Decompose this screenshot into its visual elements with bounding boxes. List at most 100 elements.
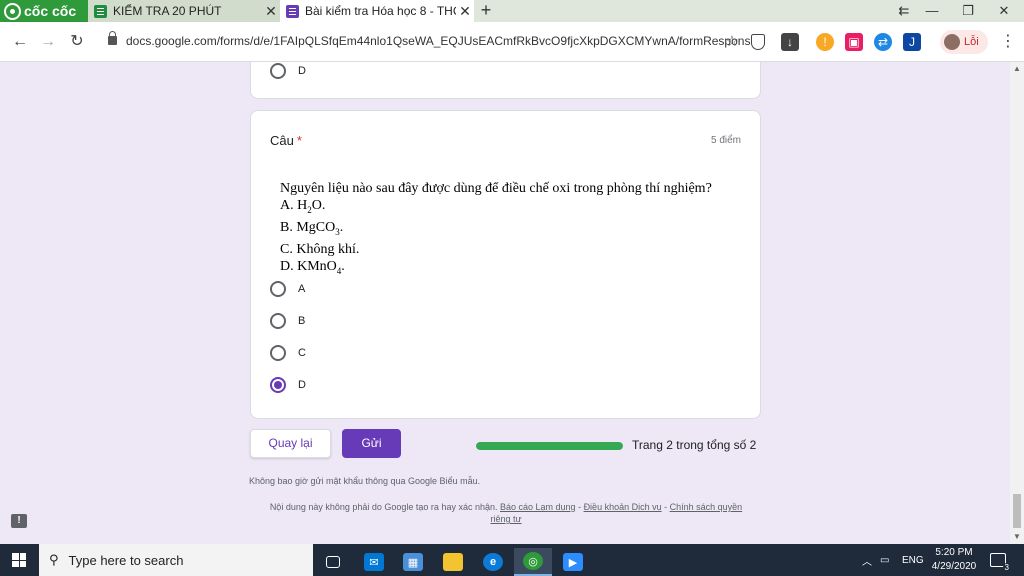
question-prompt: Nguyên liệu nào sau đây được dùng để điề…	[280, 181, 712, 196]
coccoc-taskbar-icon[interactable]: ◎	[514, 548, 552, 576]
option-b[interactable]: B	[270, 313, 305, 329]
question-card: Câu * 5 điểm Nguyên liệu nào sau đây được…	[250, 110, 761, 419]
option-label: D	[298, 65, 306, 77]
radio-button[interactable]	[270, 345, 286, 361]
tab-hoa-hoc-form[interactable]: Bài kiểm tra Hóa học 8 - THC ✕	[280, 0, 474, 22]
previous-option-d[interactable]: D	[270, 63, 306, 79]
notification-icon: 3	[990, 553, 1011, 572]
extension-translate-icon[interactable]: ⇄	[874, 33, 892, 51]
coccoc-menu-button[interactable]: cốc cốc	[0, 0, 88, 22]
extension-media-icon[interactable]: ▣	[845, 33, 863, 51]
radio-button[interactable]	[270, 313, 286, 329]
choice-d-text: D. KMnO4.	[280, 258, 345, 276]
windows-taskbar: ⚲ Type here to search ✉ ▦ e ◎ ▶ ︿ ▭ ENG …	[0, 544, 1024, 576]
radio-button-selected[interactable]	[270, 377, 286, 393]
windows-logo-icon	[12, 553, 26, 567]
close-window-button[interactable]: ✕	[986, 0, 1022, 22]
terms-link[interactable]: Điều khoản Dịch vụ	[584, 502, 662, 512]
password-notice: Không bao giờ gửi mật khẩu thông qua Goo…	[249, 476, 481, 486]
maximize-button[interactable]: ❐	[950, 0, 986, 22]
scrollbar-thumb[interactable]	[1013, 494, 1021, 528]
forms-favicon-icon	[286, 4, 299, 18]
option-label: C	[298, 347, 306, 359]
footer-separator: -	[575, 502, 584, 512]
report-abuse-link[interactable]: Báo cáo Lạm dụng	[500, 502, 576, 512]
coccoc-logo-icon	[4, 2, 21, 20]
lock-icon[interactable]	[108, 31, 117, 45]
choice-b-text: B. MgCO3.	[280, 219, 344, 237]
question-points: 5 điểm	[710, 135, 741, 146]
tab-title: KIỂM TRA 20 PHÚT	[113, 4, 222, 18]
profile-button[interactable]: Lỗi	[940, 30, 988, 54]
question-image-text: Nguyên liệu nào sau đây được dùng để điề…	[280, 180, 712, 279]
forward-arrow-icon[interactable]: →	[38, 32, 58, 52]
option-d[interactable]: D	[270, 377, 306, 393]
brand-label: cốc cốc	[24, 3, 77, 19]
search-placeholder: Type here to search	[68, 552, 184, 568]
back-arrow-icon[interactable]: ←	[10, 32, 30, 52]
task-view-icon[interactable]	[314, 548, 352, 576]
taskbar-clock[interactable]: 5:20 PM 4/29/2020	[924, 546, 984, 574]
option-label: B	[298, 315, 306, 327]
radio-button[interactable]	[270, 63, 286, 79]
browser-toolbar: ← → ↻ docs.google.com/forms/d/e/1FAIpQLS…	[0, 22, 1024, 62]
tab-close-icon[interactable]: ✕	[456, 3, 474, 20]
mail-icon[interactable]: ✉	[355, 548, 393, 576]
question-title: Câu *	[270, 133, 302, 148]
progress-fill	[476, 442, 623, 450]
start-button[interactable]	[0, 544, 38, 576]
back-button[interactable]: Quay lại	[250, 429, 331, 458]
page-indicator: Trang 2 trong tổng số 2	[632, 438, 757, 452]
tab-close-icon[interactable]: ✕	[262, 3, 280, 20]
network-icon[interactable]: ▭	[880, 544, 889, 576]
choice-a-text: A. H2O.	[280, 198, 326, 215]
scroll-up-arrow-icon[interactable]: ▲	[1010, 62, 1024, 76]
extension-coin-icon[interactable]: !	[816, 33, 834, 51]
avatar	[944, 34, 960, 50]
option-label: D	[298, 379, 306, 391]
download-icon[interactable]: ↓	[781, 33, 799, 51]
action-center-button[interactable]: 3	[990, 544, 1011, 576]
taskbar-search-box[interactable]: ⚲ Type here to search	[39, 544, 313, 576]
more-menu-icon[interactable]: ⋮	[1000, 32, 1016, 52]
submit-button[interactable]: Gửi	[342, 429, 401, 458]
show-hidden-icons-chevron-icon[interactable]: ︿	[862, 544, 872, 576]
scroll-down-arrow-icon[interactable]: ▼	[1010, 530, 1024, 544]
address-bar[interactable]: docs.google.com/forms/d/e/1FAIpQLSfqEm44…	[126, 34, 757, 48]
zoom-icon[interactable]: ▶	[554, 548, 592, 576]
bookmark-star-icon[interactable]: ☆	[722, 32, 742, 52]
clock-date: 4/29/2020	[931, 561, 977, 572]
input-language[interactable]: ENG	[902, 544, 924, 576]
profile-label: Lỗi	[964, 36, 979, 48]
reload-icon[interactable]: ↻	[67, 32, 87, 52]
minimize-button[interactable]: —	[914, 0, 950, 22]
clock-time: 5:20 PM	[935, 547, 973, 558]
tab-kiem-tra[interactable]: KIỂM TRA 20 PHÚT ✕	[88, 0, 280, 22]
option-a[interactable]: A	[270, 281, 305, 297]
classroom-favicon-icon	[94, 4, 107, 18]
form-footer: Nội dung này không phải do Google tạo ra…	[262, 501, 750, 525]
question-title-text: Câu	[270, 133, 294, 148]
edge-icon[interactable]: e	[474, 548, 512, 576]
shield-icon[interactable]	[751, 34, 765, 50]
tab-title: Bài kiểm tra Hóa học 8 - THC	[305, 4, 456, 18]
footer-text: Nội dung này không phải do Google tạo ra…	[269, 502, 498, 512]
store-icon[interactable]: ▦	[394, 548, 432, 576]
form-page: D Câu * 5 điểm Nguyên liệu nào sau đây đư…	[0, 62, 1010, 544]
progress-bar	[476, 442, 623, 450]
feedback-icon[interactable]: !	[11, 514, 27, 528]
extension-j-icon[interactable]: J	[903, 33, 921, 51]
notification-count: 3	[1002, 563, 1011, 572]
search-icon: ⚲	[49, 552, 59, 567]
previous-question-card: D	[250, 62, 761, 99]
option-c[interactable]: C	[270, 345, 306, 361]
file-explorer-icon[interactable]	[434, 548, 472, 576]
page-scrollbar[interactable]: ▲ ▼	[1010, 62, 1024, 544]
new-tab-button[interactable]: +	[476, 0, 496, 22]
choice-c-text: C. Không khí.	[280, 241, 360, 257]
browser-tab-strip: cốc cốc KIỂM TRA 20 PHÚT ✕ Bài kiểm tra …	[0, 0, 1024, 22]
required-asterisk: *	[296, 133, 302, 148]
option-label: A	[298, 283, 306, 295]
footer-separator: -	[661, 502, 670, 512]
radio-button[interactable]	[270, 281, 286, 297]
